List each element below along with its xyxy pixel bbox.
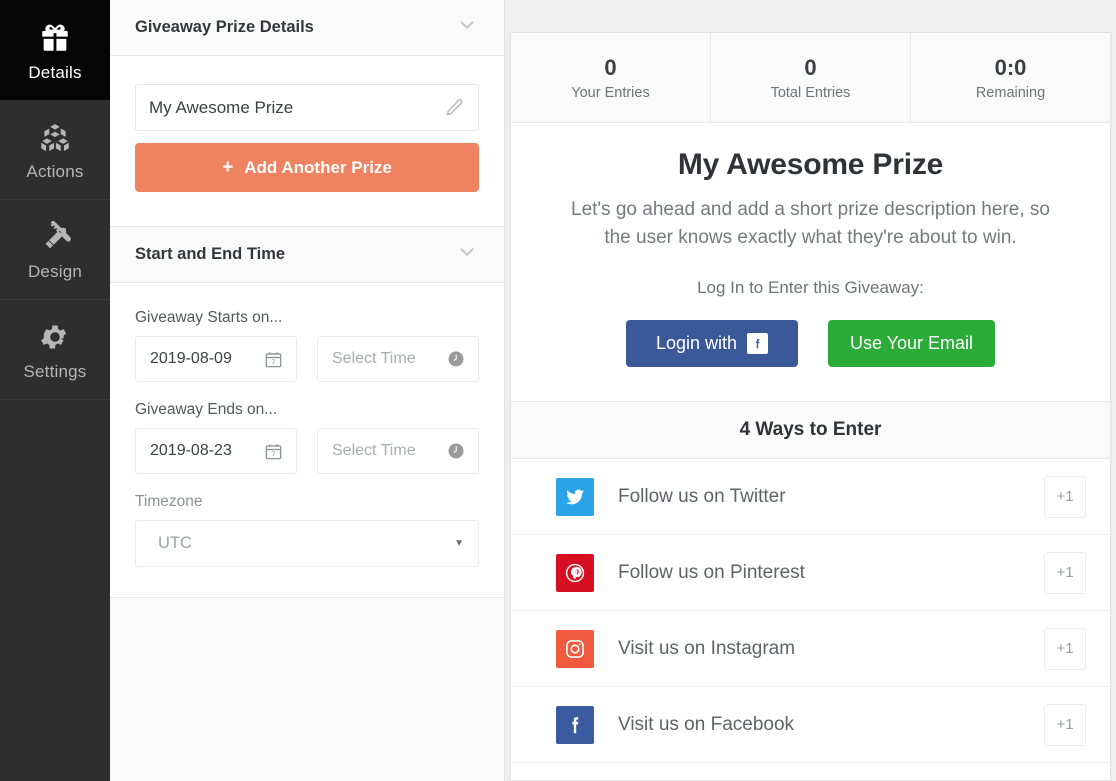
entry-row-pinterest[interactable]: Follow us on Pinterest +1	[511, 535, 1110, 612]
prize-description: Let's go ahead and add a short prize des…	[571, 199, 1050, 249]
timezone-select[interactable]: UTC ▼	[135, 520, 479, 567]
entry-points-badge: +1	[1044, 703, 1086, 746]
pinterest-icon	[556, 553, 594, 592]
accordion-title: Start and End Time	[135, 245, 286, 263]
calendar-icon[interactable]: 7	[264, 350, 283, 369]
end-date-value: 2019-08-23	[150, 442, 232, 459]
stat-remaining: 0:0 Remaining	[910, 33, 1110, 122]
sidebar-item-actions[interactable]: Actions	[0, 100, 110, 200]
entry-label: Follow us on Pinterest	[618, 561, 805, 583]
start-date-input[interactable]: 2019-08-09 7	[135, 336, 297, 382]
instagram-icon	[556, 629, 594, 668]
start-datetime-row: 2019-08-09 7 Select Time	[135, 336, 479, 382]
gift-icon	[37, 18, 73, 58]
entry-row-twitter[interactable]: Follow us on Twitter +1	[511, 459, 1110, 536]
entry-label: Follow us on Twitter	[618, 485, 786, 507]
svg-text:7: 7	[272, 358, 276, 366]
preview-panel: 0 Your Entries 0 Total Entries 0:0 Remai…	[505, 0, 1116, 781]
add-another-prize-button[interactable]: + Add Another Prize	[135, 143, 479, 192]
login-section: Log In to Enter this Giveaway: Login wit…	[511, 252, 1110, 401]
sidebar-item-design[interactable]: Design	[0, 200, 110, 300]
entry-row-instagram[interactable]: Visit us on Instagram +1	[511, 611, 1110, 688]
giveaway-widget: 0 Your Entries 0 Total Entries 0:0 Remai…	[510, 32, 1111, 781]
start-date-label: Giveaway Starts on...	[135, 309, 283, 326]
prize-name-input[interactable]: My Awesome Prize	[135, 84, 479, 131]
end-datetime-row: 2019-08-23 7 Select Time	[135, 428, 479, 474]
plus-icon: +	[222, 156, 234, 178]
editor-panel: Giveaway Prize Details My Awesome Prize …	[110, 0, 505, 781]
sidebar-item-label: Actions	[26, 162, 84, 181]
facebook-icon	[747, 333, 769, 355]
entry-points-badge: +1	[1044, 551, 1086, 594]
calendar-icon[interactable]: 7	[264, 442, 283, 461]
timezone-label: Timezone	[135, 493, 203, 510]
pencil-ruler-icon	[38, 217, 72, 257]
accordion-body-start-end-time: Giveaway Starts on... 2019-08-09 7 Selec…	[110, 283, 504, 598]
stat-label: Your Entries	[571, 84, 650, 101]
clock-icon[interactable]	[447, 350, 465, 368]
twitter-icon	[556, 477, 594, 516]
app-root: Details Actions Design Settings Giveaway…	[0, 0, 1116, 781]
stats-bar: 0 Your Entries 0 Total Entries 0:0 Remai…	[511, 33, 1110, 123]
sidebar-item-label: Settings	[23, 362, 87, 381]
start-date-value: 2019-08-09	[150, 350, 232, 367]
accordion-header-start-end-time[interactable]: Start and End Time	[110, 227, 504, 283]
start-time-placeholder: Select Time	[332, 350, 416, 367]
use-your-email-button[interactable]: Use Your Email	[828, 320, 995, 368]
sidebar-item-settings[interactable]: Settings	[0, 300, 110, 400]
ways-to-enter-heading: 4 Ways to Enter	[511, 401, 1110, 460]
cubes-icon	[38, 117, 72, 157]
sidebar-item-label: Details	[28, 62, 82, 82]
pencil-icon[interactable]	[445, 98, 464, 117]
timezone-value: UTC	[158, 534, 192, 552]
use-your-email-label: Use Your Email	[849, 333, 974, 354]
start-time-input[interactable]: Select Time	[317, 336, 479, 382]
add-another-prize-label: Add Another Prize	[244, 157, 392, 177]
login-prompt: Log In to Enter this Giveaway:	[697, 278, 924, 298]
end-date-input[interactable]: 2019-08-23 7	[135, 428, 297, 474]
sidebar-item-details[interactable]: Details	[0, 0, 110, 100]
editor-empty-space	[110, 598, 504, 781]
stat-value: 0:0	[994, 54, 1027, 80]
accordion-title: Giveaway Prize Details	[135, 18, 314, 36]
entry-points-badge: +1	[1044, 627, 1086, 670]
stat-value: 0	[804, 54, 817, 80]
accordion-body-prize-details: My Awesome Prize + Add Another Prize	[110, 56, 504, 227]
chevron-down-icon[interactable]	[456, 14, 478, 41]
entry-row-facebook[interactable]: Visit us on Facebook +1	[511, 687, 1110, 764]
stat-label: Total Entries	[770, 84, 851, 101]
stat-total-entries: 0 Total Entries	[710, 33, 910, 122]
facebook-icon	[556, 705, 594, 744]
sidebar-item-label: Design	[27, 262, 83, 281]
prize-name-value: My Awesome Prize	[149, 97, 294, 117]
login-with-facebook-label: Login with	[655, 333, 738, 354]
page-title: My Awesome Prize	[677, 148, 944, 181]
svg-text:7: 7	[272, 450, 276, 458]
login-with-facebook-button[interactable]: Login with	[626, 320, 798, 368]
clock-icon[interactable]	[447, 442, 465, 460]
chevron-down-icon[interactable]	[456, 241, 478, 268]
caret-down-icon: ▼	[454, 538, 464, 549]
end-time-placeholder: Select Time	[332, 442, 416, 459]
gear-icon	[39, 317, 71, 357]
login-buttons: Login with Use Your Email	[511, 320, 1110, 368]
prize-hero: My Awesome Prize Let's go ahead and add …	[511, 123, 1110, 252]
sidebar: Details Actions Design Settings	[0, 0, 110, 781]
stat-label: Remaining	[975, 84, 1046, 101]
entry-points-badge: +1	[1044, 475, 1086, 518]
entry-label: Visit us on Facebook	[618, 713, 795, 735]
end-date-label: Giveaway Ends on...	[135, 401, 278, 418]
accordion-header-prize-details[interactable]: Giveaway Prize Details	[110, 0, 504, 56]
stat-value: 0	[604, 54, 617, 80]
stat-your-entries: 0 Your Entries	[511, 33, 710, 122]
end-time-input[interactable]: Select Time	[317, 428, 479, 474]
entry-label: Visit us on Instagram	[618, 637, 796, 659]
